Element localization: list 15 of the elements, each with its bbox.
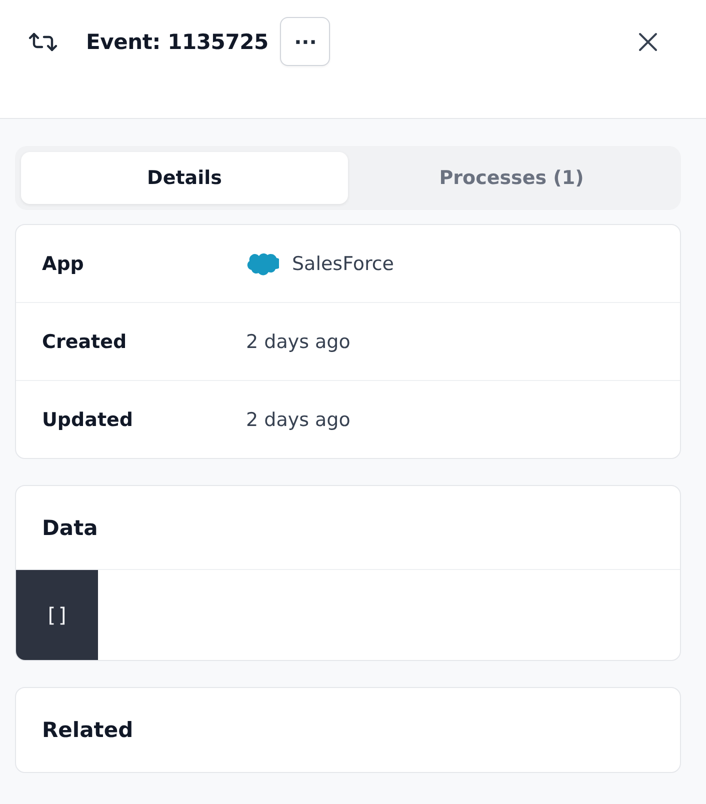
field-value: SalesForce bbox=[292, 252, 394, 274]
tab[interactable]: Details bbox=[21, 152, 348, 204]
repeat-icon bbox=[28, 30, 58, 52]
section-title: Related bbox=[41, 717, 134, 744]
event-title: Event: 1135725 bbox=[86, 30, 268, 54]
more-button[interactable]: ··· bbox=[280, 17, 330, 66]
code-block: [] bbox=[16, 570, 98, 660]
close-icon[interactable] bbox=[637, 30, 659, 52]
tab[interactable]: Processes (1) bbox=[348, 152, 675, 204]
field-label: Created bbox=[41, 330, 128, 352]
field-label: App bbox=[41, 252, 85, 274]
field-value: 2 days ago bbox=[246, 408, 350, 430]
field-value: 2 days ago bbox=[246, 330, 350, 352]
cloud-icon bbox=[246, 252, 279, 276]
field-label: Updated bbox=[41, 408, 134, 430]
